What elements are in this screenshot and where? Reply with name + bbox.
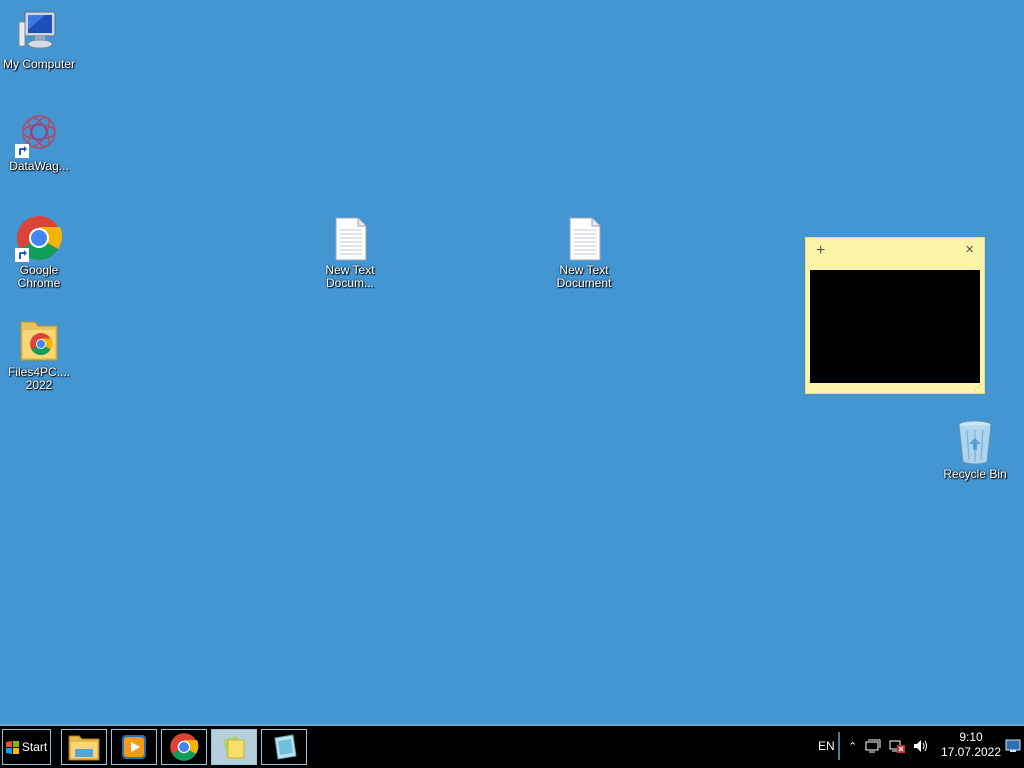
recycle-bin-icon — [951, 418, 999, 466]
datawag-shortcut[interactable]: DataWag... — [0, 110, 79, 173]
snipping-tool-icon — [274, 734, 297, 760]
desktop: My Computer DataWag... Google Chrome Fil… — [0, 0, 1024, 724]
icon-label: New Text Document — [556, 263, 612, 290]
taskbar-media-player[interactable] — [111, 729, 157, 765]
start-label: Start — [21, 740, 48, 754]
add-note-button[interactable]: + — [816, 242, 825, 260]
resize-grip-icon[interactable]: ⋰ — [974, 383, 982, 392]
clock-date: 17.07.2022 — [940, 745, 1002, 759]
my-computer-shortcut[interactable]: My Computer — [0, 8, 79, 71]
icon-label: Recycle Bin — [943, 467, 1007, 481]
taskbar-file-explorer[interactable] — [61, 729, 107, 765]
chevron-up-icon: ⌃ — [848, 740, 858, 753]
taskbar-sticky-notes[interactable] — [211, 729, 257, 765]
note-content-area[interactable] — [810, 270, 980, 383]
files4pc-folder[interactable]: Files4PC.... 2022 — [0, 316, 79, 392]
volume-icon[interactable] — [913, 726, 929, 766]
icon-label: Files4PC.... 2022 — [7, 365, 70, 392]
network-disconnected-icon[interactable] — [889, 726, 905, 766]
datawag-icon — [15, 110, 63, 158]
chrome-icon — [15, 214, 63, 262]
taskbar-snipping-tool[interactable] — [261, 729, 307, 765]
sticky-note[interactable]: + × ⋰ — [805, 237, 985, 394]
language-indicator[interactable]: EN — [818, 726, 835, 766]
windows-logo-icon — [5, 740, 19, 754]
new-text-document-1[interactable]: New Text Docum... — [310, 214, 390, 290]
icon-label: DataWag... — [9, 159, 69, 173]
icon-label: Google Chrome — [17, 263, 61, 290]
show-hidden-icons-button[interactable]: ⌃ — [848, 726, 857, 766]
shortcut-arrow-icon — [15, 144, 29, 158]
google-chrome-shortcut[interactable]: Google Chrome — [0, 214, 79, 290]
new-text-document-2[interactable]: New Text Document — [544, 214, 624, 290]
notification-icon — [1005, 739, 1021, 752]
taskbar-chrome[interactable] — [161, 729, 207, 765]
recycle-bin[interactable]: Recycle Bin — [935, 418, 1015, 481]
tray-separator — [838, 732, 840, 760]
close-note-button[interactable]: × — [965, 241, 974, 258]
clock[interactable]: 9:10 17.07.2022 — [940, 730, 1002, 760]
taskbar: Start EN ⌃ 9:10 17.07.2022 — [0, 724, 1024, 768]
text-file-icon — [560, 214, 608, 262]
chrome-icon — [170, 733, 199, 761]
icon-label: My Computer — [2, 57, 76, 71]
computer-icon — [15, 8, 63, 56]
file-explorer-icon — [68, 735, 100, 761]
show-desktop-button[interactable] — [1002, 726, 1024, 766]
start-button[interactable]: Start — [2, 729, 51, 765]
icon-label: New Text Docum... — [325, 263, 375, 290]
action-center-icon[interactable] — [865, 726, 881, 766]
shortcut-arrow-icon — [15, 248, 29, 262]
folder-chrome-icon — [15, 316, 63, 364]
clock-time: 9:10 — [959, 730, 983, 744]
text-file-icon — [326, 214, 374, 262]
media-player-icon — [122, 735, 146, 759]
sticky-notes-icon — [223, 736, 245, 759]
